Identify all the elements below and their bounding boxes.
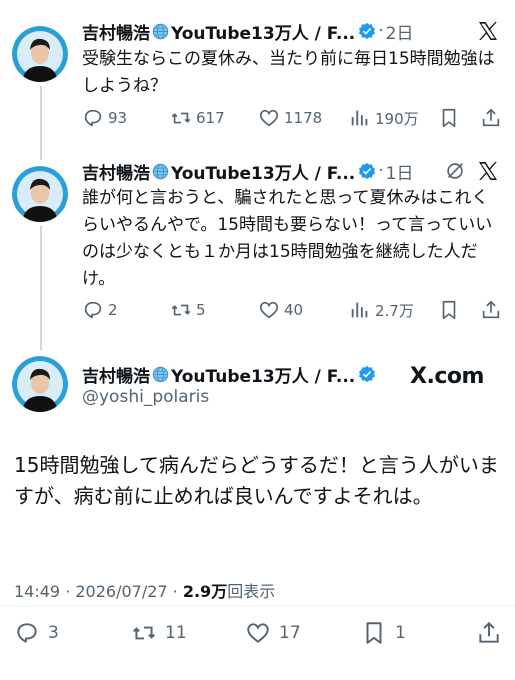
reply-icon: [17, 623, 37, 643]
separator-dot: ·: [378, 21, 384, 41]
author-handle[interactable]: @yoshi_polaris: [82, 387, 209, 407]
author-row: 吉村暢浩 YouTube13万人 / F... · 1日: [82, 159, 414, 184]
author-row: 吉村暢浩 YouTube13万人 / F... · 2日: [82, 19, 414, 44]
avatar[interactable]: [12, 356, 68, 412]
verified-badge-icon: [359, 22, 376, 40]
tweet-actions: 2 5 40 2.7万: [82, 299, 502, 323]
share-icon: [482, 300, 500, 319]
tweet-actions: 93 617 1178 190万: [82, 107, 502, 131]
author-name[interactable]: 吉村暢浩: [82, 362, 150, 387]
like-icon: [259, 109, 279, 127]
retweet-icon: [171, 304, 191, 316]
view-count: 2.7万: [375, 301, 414, 320]
bookmark-button[interactable]: [438, 107, 464, 129]
views-button[interactable]: 190万: [349, 107, 419, 129]
reply-button[interactable]: 2: [82, 299, 118, 321]
separator-dot: ·: [378, 161, 384, 181]
x-logo-icon[interactable]: [476, 19, 500, 43]
verified-badge-icon: [359, 365, 376, 383]
bookmark-icon: [442, 108, 456, 128]
thread-line: [40, 86, 42, 160]
retweet-icon: [133, 626, 155, 640]
tweet-text: 受験生ならこの夏休み、当たり前に毎日15時間勉強はしようね？: [82, 49, 495, 96]
main-tweet-text: 15時間勉強して病んだらどうするだ！と言う人がいますが、病む前に止めれば良いんで…: [14, 453, 499, 508]
timestamp[interactable]: 14:49 · 2026/07/27 ·: [14, 582, 183, 601]
views-button[interactable]: 2.7万: [349, 299, 414, 321]
author-name[interactable]: 吉村暢浩: [82, 19, 150, 44]
tweet-time[interactable]: 1日: [386, 159, 414, 184]
bookmark-button[interactable]: [438, 299, 464, 321]
like-button[interactable]: 40: [258, 299, 303, 321]
retweet-count: 11: [165, 623, 187, 643]
like-button[interactable]: 1178: [258, 107, 322, 129]
retweet-count: 5: [196, 301, 206, 319]
globe-icon: [152, 163, 169, 179]
retweet-icon: [171, 112, 191, 124]
thread-line: [40, 226, 42, 350]
x-logo-icon[interactable]: [476, 159, 500, 183]
retweet-count: 617: [196, 109, 225, 127]
view-count: 190万: [375, 109, 419, 128]
avatar[interactable]: [12, 166, 68, 222]
reply-count: 2: [108, 301, 118, 319]
reply-button[interactable]: 93: [82, 107, 127, 129]
bookmark-button[interactable]: 1: [361, 620, 406, 646]
share-button[interactable]: [480, 299, 506, 321]
views-count: 2.9万: [182, 582, 228, 601]
retweet-button[interactable]: 617: [170, 107, 225, 129]
retweet-button[interactable]: 11: [131, 620, 187, 646]
like-button[interactable]: 17: [245, 620, 301, 646]
share-button[interactable]: [476, 620, 510, 646]
reply-icon: [84, 301, 102, 319]
tweet-text: 誰が何と言おうと、騙されたと思って夏休みはこれくらいやるんやで。15時間も要らな…: [82, 188, 493, 289]
x-com-watermark: X.com: [410, 364, 484, 389]
main-tweet-actions: 3 11 17 1: [14, 620, 509, 650]
globe-icon: [152, 366, 169, 382]
author-name[interactable]: 吉村暢浩: [82, 159, 150, 184]
tweet-meta: 14:49 · 2026/07/27 · 2.9万回表示: [14, 578, 275, 602]
bookmark-icon: [442, 300, 456, 320]
views-label: 回表示: [227, 582, 276, 601]
reply-count: 3: [48, 623, 59, 643]
like-icon: [247, 623, 269, 643]
author-channel: YouTube13万人 / F...: [171, 163, 356, 184]
share-icon: [479, 621, 499, 643]
author-channel: YouTube13万人 / F...: [171, 366, 356, 387]
views-icon: [351, 302, 368, 318]
verified-badge-icon: [359, 162, 376, 180]
avatar[interactable]: [12, 26, 68, 82]
tweet-time[interactable]: 2日: [386, 19, 414, 44]
like-count: 40: [284, 301, 304, 319]
like-count: 17: [279, 623, 301, 643]
share-button[interactable]: [480, 107, 506, 129]
bookmark-icon: [366, 622, 382, 644]
bookmark-count: 1: [395, 623, 406, 643]
divider: [0, 605, 515, 606]
retweet-button[interactable]: 5: [170, 299, 206, 321]
grok-icon[interactable]: [444, 160, 466, 182]
share-icon: [482, 108, 500, 127]
author-row: 吉村暢浩 YouTube13万人 / F...: [82, 362, 376, 387]
globe-icon: [152, 23, 169, 39]
reply-button[interactable]: 3: [14, 620, 59, 646]
reply-icon: [84, 109, 102, 127]
like-count: 1178: [284, 109, 323, 127]
views-icon: [351, 110, 368, 126]
author-channel: YouTube13万人 / F...: [171, 23, 356, 44]
reply-count: 93: [108, 109, 128, 127]
like-icon: [259, 301, 279, 319]
